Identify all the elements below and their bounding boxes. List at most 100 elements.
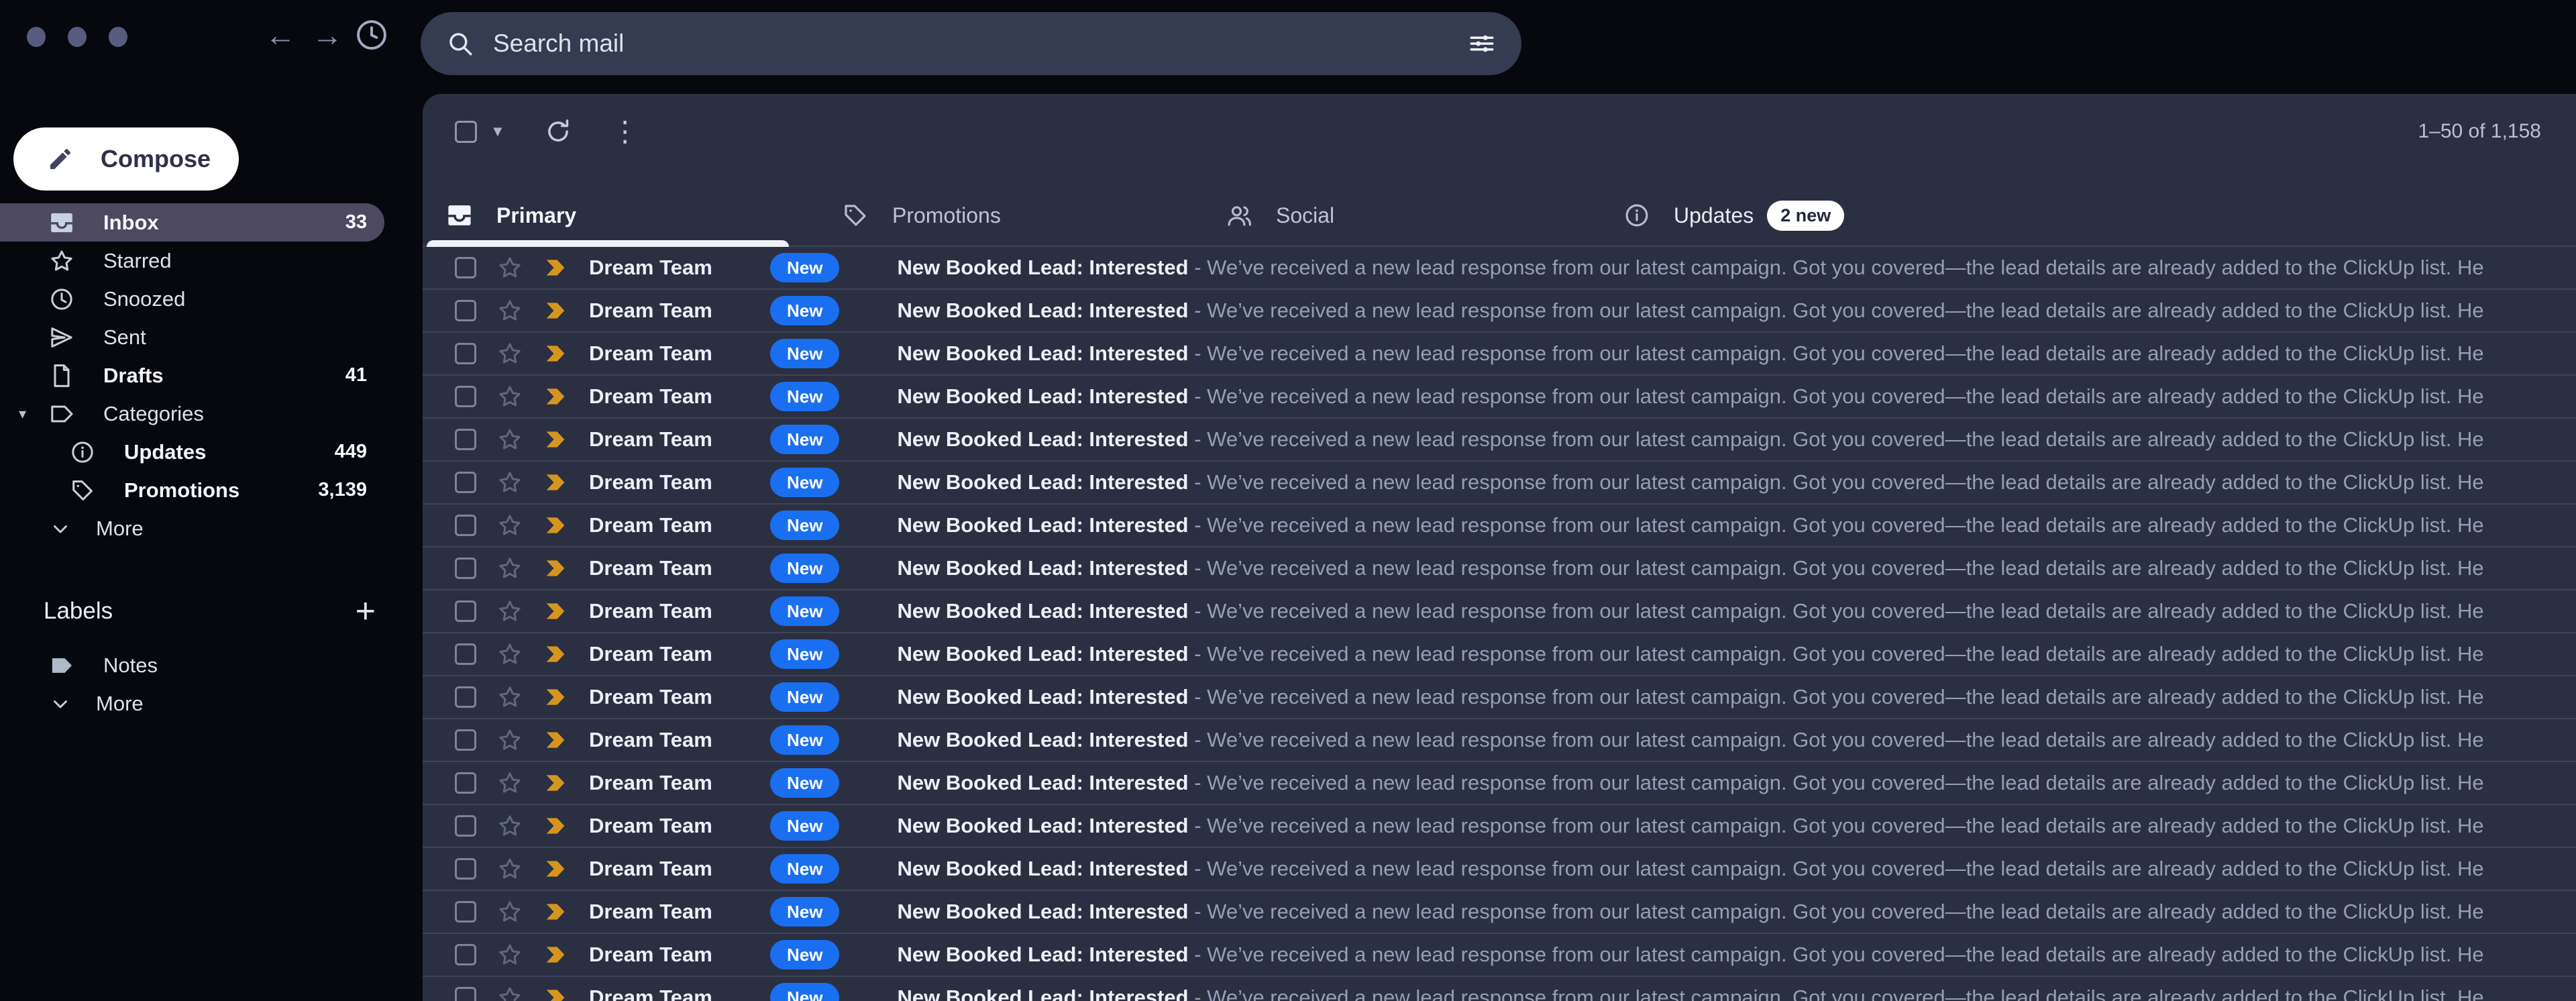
- star-icon[interactable]: [496, 855, 523, 882]
- importance-marker-icon[interactable]: [542, 941, 569, 968]
- row-checkbox[interactable]: [455, 515, 476, 536]
- row-checkbox[interactable]: [455, 558, 476, 579]
- mail-row[interactable]: Dream Team New New Booked Lead: Interest…: [423, 805, 2576, 848]
- search-bar[interactable]: Search mail: [421, 12, 1521, 75]
- mail-row[interactable]: Dream Team New New Booked Lead: Interest…: [423, 462, 2576, 505]
- expander-icon[interactable]: ▾: [19, 405, 26, 423]
- search-input[interactable]: Search mail: [493, 30, 624, 58]
- window-control-dot[interactable]: [27, 27, 46, 47]
- row-checkbox[interactable]: [455, 300, 476, 321]
- star-icon[interactable]: [496, 383, 523, 410]
- star-icon[interactable]: [496, 512, 523, 539]
- sidebar-item-snoozed[interactable]: Snoozed: [0, 280, 384, 318]
- mail-row[interactable]: Dream Team New New Booked Lead: Interest…: [423, 290, 2576, 333]
- star-icon[interactable]: [496, 727, 523, 753]
- sidebar-item-drafts[interactable]: Drafts 41: [0, 356, 384, 394]
- row-checkbox[interactable]: [455, 815, 476, 837]
- sidebar-item-updates[interactable]: Updates 449: [0, 433, 384, 471]
- window-control-dot[interactable]: [68, 27, 87, 47]
- mail-row[interactable]: Dream Team New New Booked Lead: Interest…: [423, 934, 2576, 977]
- star-icon[interactable]: [496, 812, 523, 839]
- tab-primary[interactable]: Primary: [423, 185, 798, 246]
- importance-marker-icon[interactable]: [542, 383, 569, 410]
- tab-promotions[interactable]: Promotions: [798, 185, 1185, 246]
- tab-updates[interactable]: Updates 2 new: [1580, 185, 1844, 246]
- sidebar-item-sent[interactable]: Sent: [0, 318, 384, 356]
- star-icon[interactable]: [496, 254, 523, 281]
- row-checkbox[interactable]: [455, 987, 476, 1001]
- importance-marker-icon[interactable]: [542, 855, 569, 882]
- importance-marker-icon[interactable]: [542, 984, 569, 1001]
- window-control-dot[interactable]: [109, 27, 127, 47]
- back-icon[interactable]: ←: [260, 15, 301, 55]
- star-icon[interactable]: [496, 941, 523, 968]
- sidebar-label-notes[interactable]: Notes: [0, 646, 384, 684]
- search-filter-icon[interactable]: [1468, 30, 1496, 58]
- mail-row[interactable]: Dream Team New New Booked Lead: Interest…: [423, 633, 2576, 676]
- row-checkbox[interactable]: [455, 472, 476, 493]
- compose-button[interactable]: Compose: [13, 127, 239, 191]
- star-icon[interactable]: [496, 684, 523, 710]
- forward-icon[interactable]: →: [307, 15, 347, 55]
- importance-marker-icon[interactable]: [542, 684, 569, 710]
- more-options-icon[interactable]: ⋮: [611, 117, 639, 146]
- sidebar-labels-more[interactable]: More: [0, 684, 384, 723]
- mail-row[interactable]: Dream Team New New Booked Lead: Interest…: [423, 247, 2576, 290]
- row-checkbox[interactable]: [455, 729, 476, 751]
- star-icon[interactable]: [496, 297, 523, 324]
- row-checkbox[interactable]: [455, 257, 476, 278]
- importance-marker-icon[interactable]: [542, 812, 569, 839]
- tab-social[interactable]: Social: [1185, 185, 1580, 246]
- row-checkbox[interactable]: [455, 429, 476, 450]
- mail-row[interactable]: Dream Team New New Booked Lead: Interest…: [423, 891, 2576, 934]
- importance-marker-icon[interactable]: [542, 297, 569, 324]
- row-checkbox[interactable]: [455, 343, 476, 364]
- importance-marker-icon[interactable]: [542, 727, 569, 753]
- star-icon[interactable]: [496, 984, 523, 1001]
- select-dropdown-icon[interactable]: ▼: [490, 123, 505, 140]
- importance-marker-icon[interactable]: [542, 555, 569, 582]
- star-icon[interactable]: [496, 469, 523, 496]
- mail-row[interactable]: Dream Team New New Booked Lead: Interest…: [423, 333, 2576, 376]
- row-checkbox[interactable]: [455, 643, 476, 665]
- importance-marker-icon[interactable]: [542, 512, 569, 539]
- sidebar-item-promotions[interactable]: Promotions 3,139: [0, 471, 384, 509]
- star-icon[interactable]: [496, 598, 523, 625]
- mail-row[interactable]: Dream Team New New Booked Lead: Interest…: [423, 719, 2576, 762]
- star-icon[interactable]: [496, 770, 523, 796]
- row-checkbox[interactable]: [455, 600, 476, 622]
- row-checkbox[interactable]: [455, 901, 476, 923]
- importance-marker-icon[interactable]: [542, 340, 569, 367]
- sidebar-item-categories[interactable]: ▾ Categories: [0, 394, 384, 433]
- row-checkbox[interactable]: [455, 686, 476, 708]
- row-checkbox[interactable]: [455, 772, 476, 794]
- importance-marker-icon[interactable]: [542, 598, 569, 625]
- importance-marker-icon[interactable]: [542, 426, 569, 453]
- mail-row[interactable]: Dream Team New New Booked Lead: Interest…: [423, 547, 2576, 590]
- history-icon[interactable]: [354, 17, 389, 52]
- mail-row[interactable]: Dream Team New New Booked Lead: Interest…: [423, 676, 2576, 719]
- select-all-checkbox[interactable]: [455, 121, 477, 143]
- mail-row[interactable]: Dream Team New New Booked Lead: Interest…: [423, 848, 2576, 891]
- importance-marker-icon[interactable]: [542, 469, 569, 496]
- mail-row[interactable]: Dream Team New New Booked Lead: Interest…: [423, 376, 2576, 419]
- importance-marker-icon[interactable]: [542, 898, 569, 925]
- star-icon[interactable]: [496, 340, 523, 367]
- star-icon[interactable]: [496, 641, 523, 668]
- mail-row[interactable]: Dream Team New New Booked Lead: Interest…: [423, 419, 2576, 462]
- row-checkbox[interactable]: [455, 858, 476, 880]
- row-checkbox[interactable]: [455, 944, 476, 965]
- sidebar-item-more[interactable]: More: [0, 509, 384, 547]
- mail-row[interactable]: Dream Team New New Booked Lead: Interest…: [423, 590, 2576, 633]
- star-icon[interactable]: [496, 898, 523, 925]
- refresh-icon[interactable]: [544, 117, 572, 146]
- star-icon[interactable]: [496, 426, 523, 453]
- star-icon[interactable]: [496, 555, 523, 582]
- mail-row[interactable]: Dream Team New New Booked Lead: Interest…: [423, 505, 2576, 547]
- create-label-icon[interactable]: +: [356, 594, 376, 629]
- importance-marker-icon[interactable]: [542, 641, 569, 668]
- importance-marker-icon[interactable]: [542, 770, 569, 796]
- mail-row[interactable]: Dream Team New New Booked Lead: Interest…: [423, 977, 2576, 1001]
- importance-marker-icon[interactable]: [542, 254, 569, 281]
- row-checkbox[interactable]: [455, 386, 476, 407]
